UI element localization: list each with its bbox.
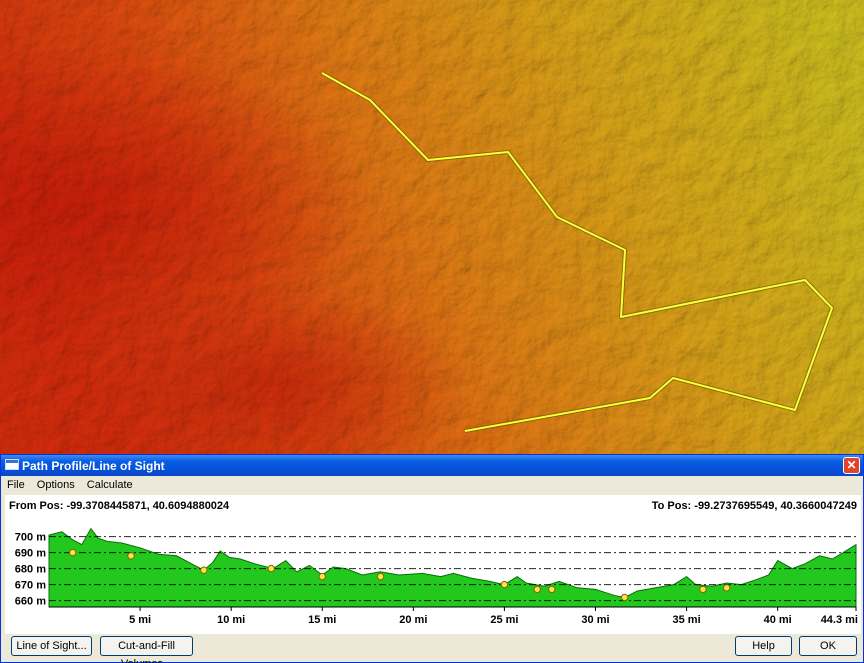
menu-options[interactable]: Options: [31, 476, 78, 491]
y-tick-label: 660 m: [15, 596, 46, 608]
y-tick-label: 670 m: [15, 580, 46, 592]
vertex-marker: [267, 564, 275, 573]
x-tick-label: 10 mi: [217, 614, 245, 626]
x-tick-label: 20 mi: [399, 614, 427, 626]
y-tick-label: 680 m: [15, 564, 46, 576]
vertex-marker: [722, 584, 731, 592]
profile-panel: From Pos: -99.3708445871, 40.6094880024 …: [5, 495, 861, 634]
cut-and-fill-button[interactable]: Cut-and-Fill Volumes...: [100, 636, 193, 663]
window-icon: [5, 459, 19, 470]
vertex-marker: [533, 585, 541, 594]
profile-area: [48, 527, 857, 608]
dialog-titlebar[interactable]: Path Profile/Line of Sight ✕: [1, 455, 863, 476]
x-tick-label: 30 mi: [581, 614, 609, 626]
vertex-marker: [500, 580, 509, 589]
dialog-title: Path Profile/Line of Sight: [22, 459, 165, 473]
x-tick-label: 44.3 mi: [821, 614, 858, 626]
vertex-marker: [68, 548, 77, 557]
x-tick-label: 35 mi: [673, 614, 701, 626]
vertex-marker: [200, 566, 208, 574]
y-tick-label: 690 m: [15, 548, 46, 560]
terrain-map-svg[interactable]: [0, 0, 864, 454]
menu-calculate[interactable]: Calculate: [81, 476, 136, 491]
vertex-marker: [127, 552, 135, 560]
vertex-marker: [318, 572, 326, 581]
vertex-marker: [548, 585, 556, 594]
vertex-marker: [620, 593, 629, 602]
menu-bar: File Options Calculate: [1, 476, 863, 494]
line-of-sight-button[interactable]: Line of Sight...: [11, 636, 92, 656]
elevation-profile-chart[interactable]: 700 m 690 m 680 m 670 m 660 m 5 mi 10 mi 15 mi 2…: [5, 495, 861, 634]
vertex-marker: [376, 572, 385, 581]
vertex-marker: [699, 585, 707, 594]
x-tick-label: 40 mi: [764, 614, 792, 626]
y-tick-label: 700 m: [15, 532, 46, 544]
help-button[interactable]: Help: [735, 636, 792, 656]
ok-button[interactable]: OK: [799, 636, 857, 656]
terrain-map[interactable]: [0, 0, 864, 454]
menu-file[interactable]: File: [1, 476, 28, 491]
x-tick-label: 5 mi: [129, 614, 151, 626]
path-profile-dialog: Path Profile/Line of Sight ✕ File Option…: [0, 454, 864, 663]
x-tick-label: 25 mi: [490, 614, 518, 626]
x-tick-label: 15 mi: [308, 614, 336, 626]
close-icon[interactable]: ✕: [843, 457, 860, 474]
